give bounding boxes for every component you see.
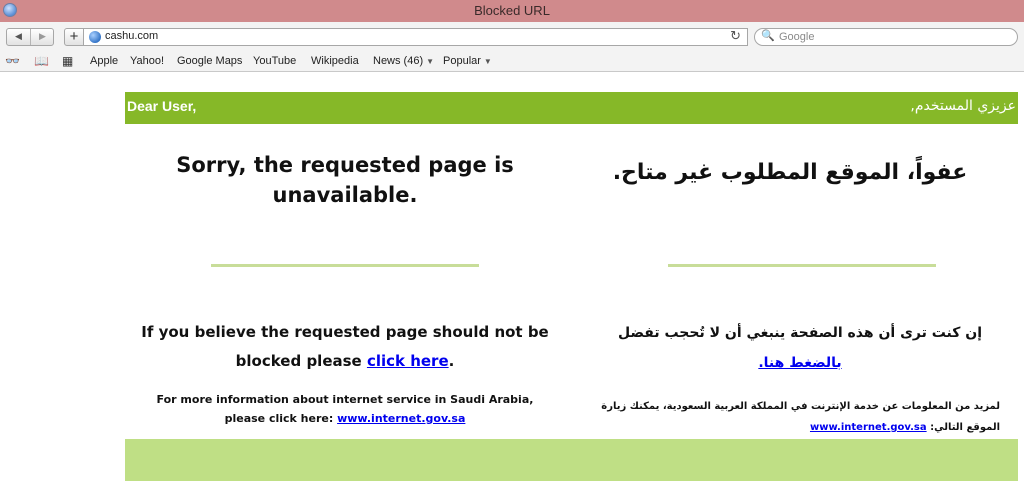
bookmark-google-maps[interactable]: Google Maps xyxy=(177,55,242,67)
page-title-arabic: عفواً، الموقع المطلوب غير متاح. xyxy=(612,160,968,185)
info-english: For more information about internet serv… xyxy=(130,390,560,428)
bookmarks-book-icon[interactable]: 📖 xyxy=(34,54,49,68)
bookmark-news-label: News (46) xyxy=(373,55,424,67)
bookmark-apple[interactable]: Apple xyxy=(90,55,118,67)
navigation-toolbar: ◀ ▶ + cashu.com ↻ 🔍 Google xyxy=(0,22,1024,52)
reading-list-icon[interactable]: 👓 xyxy=(5,54,20,68)
search-icon[interactable]: 🔍 xyxy=(761,29,775,42)
unblock-text-arabic: إن كنت ترى أن هذه الصفحة ينبغي أن لا تُح… xyxy=(617,325,983,341)
chevron-down-icon: ▼ xyxy=(483,57,492,66)
bookmark-wikipedia[interactable]: Wikipedia xyxy=(311,55,359,67)
bookmark-popular-label: Popular xyxy=(443,55,481,67)
window-title: Blocked URL xyxy=(474,3,550,18)
divider-english xyxy=(211,264,479,267)
internet-gov-link-arabic[interactable]: www.internet.gov.sa xyxy=(810,422,927,433)
info-text-arabic: لمزيد من المعلومات عن خدمة الإنترنت في ا… xyxy=(601,401,1000,433)
divider-arabic xyxy=(668,264,936,267)
page-title-english: Sorry, the requested page is unavailable… xyxy=(176,153,514,207)
greeting-english: Dear User, xyxy=(127,98,197,114)
unblock-text-english: If you believe the requested page should… xyxy=(141,323,549,370)
info-arabic: لمزيد من المعلومات عن خدمة الإنترنت في ا… xyxy=(580,396,1000,438)
info-line1-english: For more information about internet serv… xyxy=(156,393,534,406)
unblock-request-arabic: إن كنت ترى أن هذه الصفحة ينبغي أن لا تُح… xyxy=(600,318,1000,378)
reload-icon[interactable]: ↻ xyxy=(730,29,741,44)
search-input[interactable]: 🔍 Google xyxy=(754,28,1018,46)
add-bookmark-button[interactable]: + xyxy=(64,28,84,46)
search-placeholder: Google xyxy=(779,31,815,43)
footer-band xyxy=(125,439,1018,481)
forward-button[interactable]: ▶ xyxy=(31,29,54,45)
window-title-bar: Blocked URL xyxy=(0,0,1024,22)
click-here-link[interactable]: click here xyxy=(367,352,449,370)
bookmark-news-menu[interactable]: News (46) ▼ xyxy=(373,55,434,67)
click-here-link-arabic[interactable]: بالضغط هنا. xyxy=(758,355,841,371)
bookmark-youtube[interactable]: YouTube xyxy=(253,55,296,67)
bookmark-yahoo[interactable]: Yahoo! xyxy=(130,55,164,67)
chevron-down-icon: ▼ xyxy=(426,57,435,66)
unblock-request-english: If you believe the requested page should… xyxy=(130,318,560,376)
unblock-period: . xyxy=(448,352,455,370)
bookmark-popular-menu[interactable]: Popular ▼ xyxy=(443,55,492,67)
greeting-arabic: عزيزي المستخدم, xyxy=(910,98,1016,114)
bookmarks-bar: 👓 📖 ▦ Apple Yahoo! Google Maps YouTube W… xyxy=(0,52,1024,72)
greeting-banner: Dear User, عزيزي المستخدم, xyxy=(125,92,1018,124)
globe-icon xyxy=(89,31,101,43)
top-sites-grid-icon[interactable]: ▦ xyxy=(62,54,73,68)
url-text[interactable]: cashu.com xyxy=(105,30,158,42)
internet-gov-link[interactable]: www.internet.gov.sa xyxy=(337,412,465,425)
info-line2-english: please click here: xyxy=(224,412,338,425)
back-forward-group: ◀ ▶ xyxy=(6,28,54,46)
back-button[interactable]: ◀ xyxy=(7,29,31,45)
address-bar[interactable]: cashu.com ↻ xyxy=(84,28,748,46)
